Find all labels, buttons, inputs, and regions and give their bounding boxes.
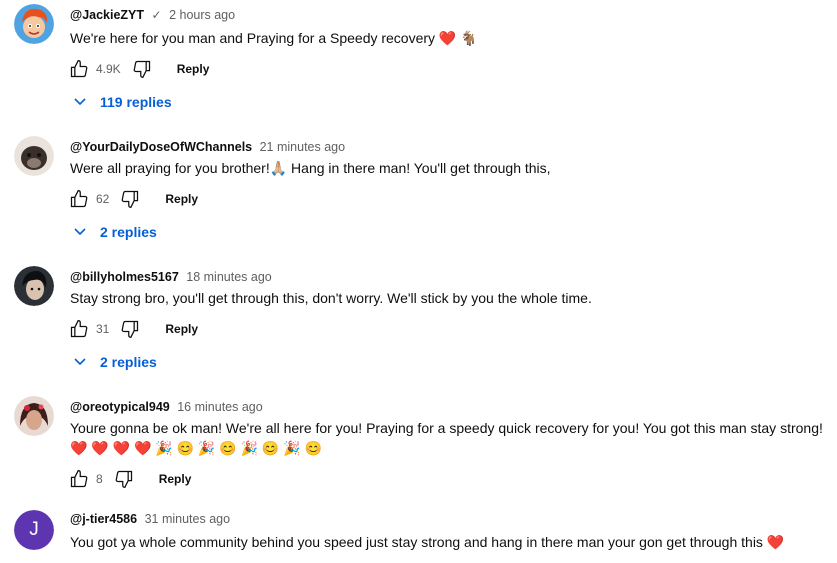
like-button[interactable]	[66, 187, 92, 211]
view-replies-button[interactable]: 2 replies	[72, 351, 157, 373]
thumbs-up-icon	[70, 320, 88, 338]
chevron-down-icon	[72, 94, 88, 110]
like-button[interactable]	[66, 317, 92, 341]
comment-actions: 31 Reply	[66, 317, 198, 341]
comment-text: You got ya whole community behind you sp…	[70, 534, 785, 550]
dislike-button[interactable]	[117, 317, 143, 341]
view-replies-button[interactable]: 2 replies	[72, 221, 157, 243]
avatar[interactable]	[14, 4, 54, 44]
comment-text: Youre gonna be ok man! We're all here fo…	[70, 420, 823, 436]
dislike-button[interactable]	[117, 187, 143, 211]
avatar[interactable]	[14, 136, 54, 176]
comment-time[interactable]: 16 minutes ago	[177, 400, 262, 414]
comment-time[interactable]: 18 minutes ago	[186, 270, 271, 284]
thumbs-down-icon	[133, 60, 150, 78]
thumbs-up-icon	[70, 470, 88, 488]
like-count: 31	[96, 322, 110, 336]
chevron-down-icon	[72, 224, 88, 240]
chevron-down-icon	[72, 354, 88, 370]
replies-count-label: 2 replies	[100, 224, 157, 240]
comment-text: Stay strong bro, you'll get through this…	[70, 290, 592, 306]
avatar[interactable]	[14, 266, 54, 306]
avatar-image-icon	[14, 4, 54, 44]
comment-time[interactable]: 2 hours ago	[169, 8, 235, 22]
like-count: 4.9K	[96, 62, 121, 76]
avatar-image-icon	[14, 396, 54, 436]
avatar[interactable]	[14, 396, 54, 436]
comment-text-line-2: ❤️ ❤️ ❤️ ❤️ 🎉 😊 🎉 😊 🎉 😊 🎉 😊	[70, 440, 322, 456]
replies-count-label: 119 replies	[100, 94, 172, 110]
reply-button[interactable]: Reply	[159, 472, 192, 486]
dislike-button[interactable]	[111, 467, 137, 491]
dislike-button[interactable]	[129, 57, 155, 81]
comment-author[interactable]: @billyholmes5167	[70, 270, 179, 284]
thumbs-up-icon	[70, 190, 88, 208]
replies-count-label: 2 replies	[100, 354, 157, 370]
like-count: 62	[96, 192, 110, 206]
avatar-image-icon	[14, 266, 54, 306]
comment-actions: 62 Reply	[66, 187, 198, 211]
verified-check-icon: ✓	[151, 8, 162, 22]
comment-author[interactable]: @YourDailyDoseOfWChannels	[70, 140, 252, 154]
avatar-letter: J	[14, 510, 54, 550]
reply-button[interactable]: Reply	[165, 192, 198, 206]
comment-text: Were all praying for you brother!🙏🏼 Hang…	[70, 160, 551, 176]
thumbs-up-icon	[70, 60, 88, 78]
comment-author[interactable]: @j-tier4586	[70, 512, 137, 526]
like-button[interactable]	[66, 467, 92, 491]
comment-author[interactable]: @JackieZYT	[70, 8, 144, 22]
avatar[interactable]: J	[14, 510, 54, 550]
comment-time[interactable]: 31 minutes ago	[145, 512, 230, 526]
view-replies-button[interactable]: 119 replies	[72, 91, 172, 113]
thumbs-down-icon	[121, 320, 139, 338]
like-button[interactable]	[66, 57, 92, 81]
reply-button[interactable]: Reply	[165, 322, 198, 336]
thumbs-down-icon	[115, 470, 132, 488]
comment-time[interactable]: 21 minutes ago	[260, 140, 345, 154]
avatar-image-icon	[14, 136, 54, 176]
comment-author[interactable]: @oreotypical949	[70, 400, 170, 414]
reply-button[interactable]: Reply	[177, 62, 210, 76]
thumbs-down-icon	[121, 190, 139, 208]
comment-text: We're here for you man and Praying for a…	[70, 30, 478, 46]
comment-actions: 4.9K Reply	[66, 57, 209, 81]
like-count: 8	[96, 472, 103, 486]
comment-actions: 8 Reply	[66, 467, 191, 491]
